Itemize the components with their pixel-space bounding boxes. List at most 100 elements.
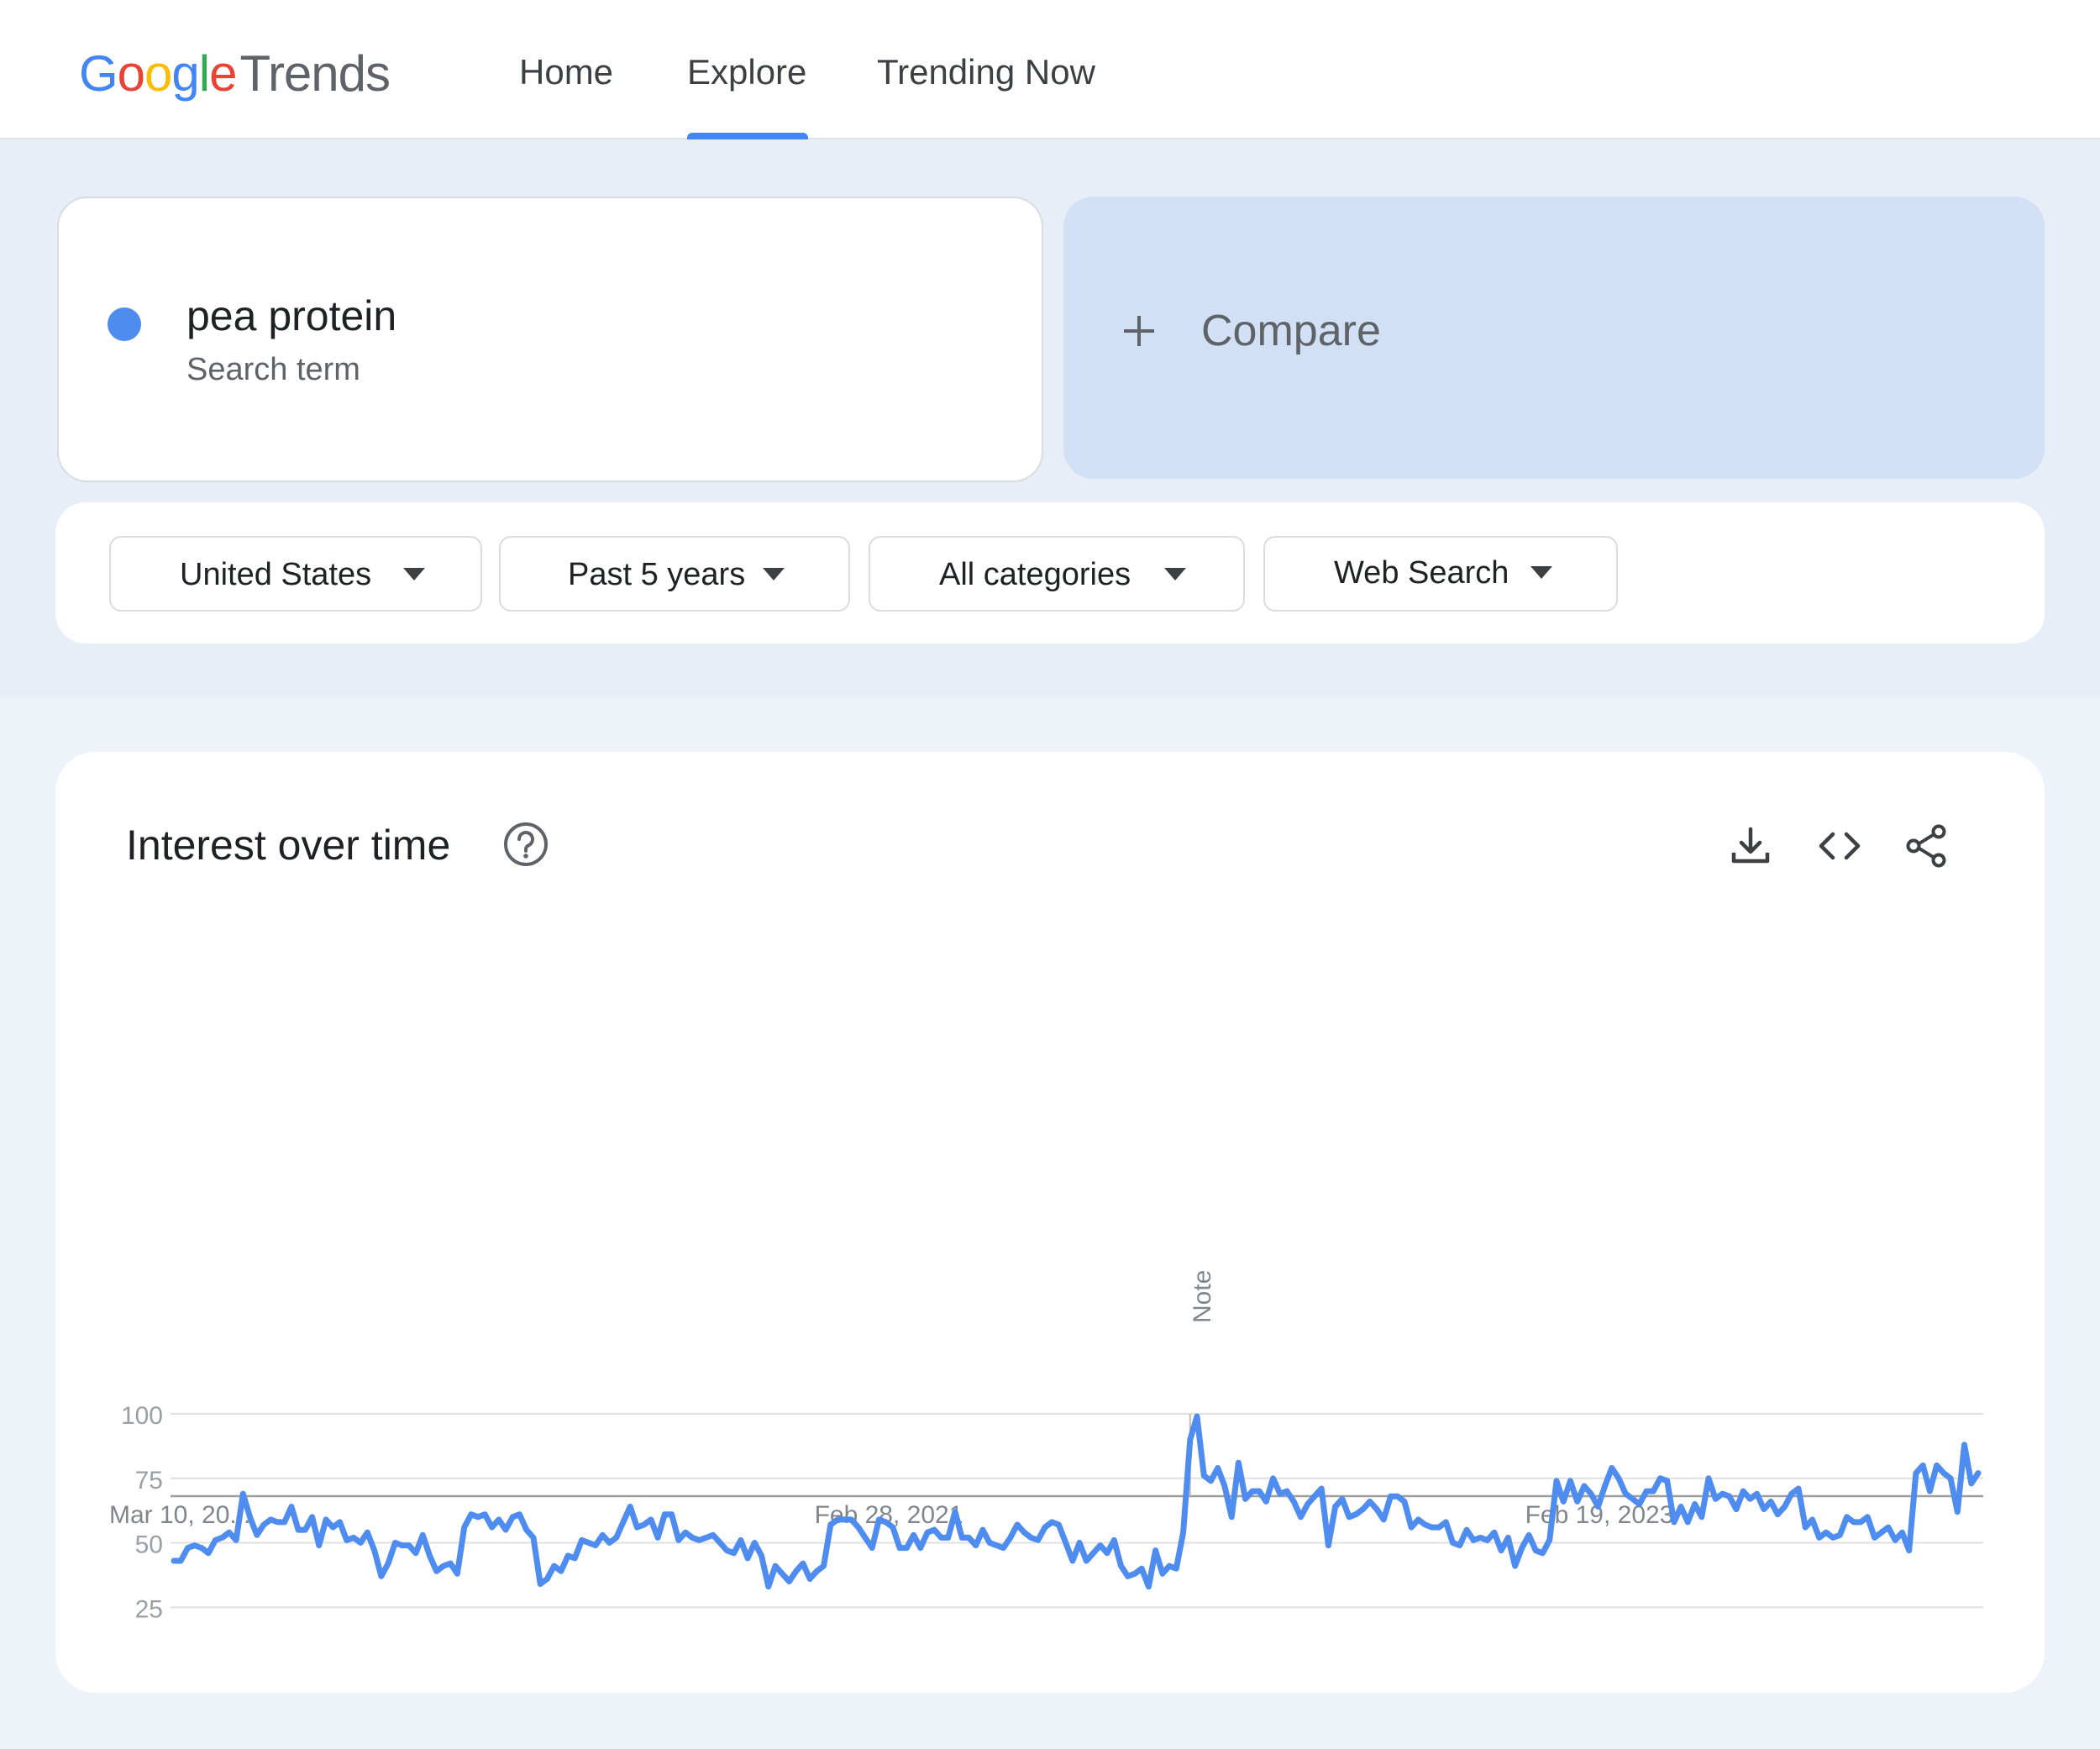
- logo-letter: G: [79, 45, 118, 102]
- data-point: [1830, 1535, 1836, 1541]
- data-point: [1540, 1550, 1546, 1556]
- search-type-select[interactable]: Web Search: [1263, 536, 1618, 612]
- data-point: [959, 1535, 965, 1541]
- y-tick-label: 75: [135, 1467, 163, 1494]
- data-point: [1533, 1547, 1539, 1553]
- data-point: [1948, 1475, 1954, 1481]
- data-point: [1263, 1499, 1269, 1505]
- data-point: [1554, 1478, 1560, 1484]
- data-point: [1305, 1501, 1310, 1507]
- data-point: [966, 1535, 972, 1541]
- data-point: [1111, 1537, 1117, 1543]
- data-point: [1761, 1506, 1767, 1512]
- data-point: [1159, 1571, 1165, 1577]
- data-point: [475, 1514, 481, 1520]
- data-point: [641, 1522, 647, 1528]
- data-point: [606, 1540, 612, 1546]
- data-point: [1685, 1519, 1691, 1525]
- data-point: [192, 1542, 197, 1548]
- data-point: [1152, 1547, 1158, 1553]
- data-point: [413, 1550, 419, 1556]
- data-point: [1187, 1436, 1193, 1442]
- data-point: [392, 1540, 398, 1546]
- data-point: [1401, 1499, 1407, 1505]
- data-point: [551, 1563, 557, 1569]
- data-point: [890, 1525, 895, 1531]
- data-point: [1567, 1478, 1573, 1484]
- data-point: [876, 1516, 882, 1522]
- data-point: [814, 1568, 820, 1574]
- data-point: [1678, 1504, 1684, 1510]
- data-point: [745, 1555, 751, 1561]
- annotation-note-label: Note: [1189, 1270, 1216, 1323]
- data-point: [1443, 1519, 1449, 1525]
- data-point: [938, 1535, 944, 1541]
- data-point: [1872, 1535, 1877, 1541]
- data-point: [1077, 1540, 1083, 1546]
- logo-product: Trends: [239, 45, 391, 102]
- logo-letter: g: [171, 45, 199, 102]
- region-select[interactable]: United States: [109, 536, 482, 612]
- data-point: [1422, 1522, 1428, 1528]
- data-point: [759, 1552, 764, 1558]
- data-point: [1381, 1516, 1387, 1522]
- series-color-dot: [108, 307, 141, 341]
- data-point: [1471, 1537, 1477, 1543]
- data-point: [171, 1558, 177, 1564]
- data-point: [1512, 1563, 1518, 1569]
- data-point: [1823, 1530, 1829, 1536]
- search-term-name: pea protein: [186, 292, 397, 339]
- time-range-select-label: Past 5 years: [568, 557, 746, 592]
- google-trends-logo[interactable]: GoogleTrends: [79, 44, 391, 104]
- data-point: [1229, 1514, 1235, 1520]
- data-point: [1692, 1501, 1698, 1507]
- data-point: [1851, 1519, 1856, 1525]
- compare-button[interactable]: Compare: [1063, 197, 2045, 479]
- data-point: [869, 1545, 875, 1551]
- data-point: [219, 1535, 225, 1541]
- data-point: [731, 1550, 737, 1556]
- tab-trending-now[interactable]: Trending Now: [877, 47, 1095, 97]
- data-point: [399, 1542, 405, 1548]
- data-point: [1284, 1489, 1290, 1494]
- interest-line-chart[interactable]: 255075100Mar 10, 20... Feb 28, 2021 Feb 19…: [55, 752, 2045, 1693]
- data-point: [1526, 1532, 1532, 1538]
- data-point: [683, 1530, 689, 1536]
- data-point: [378, 1573, 384, 1579]
- data-point: [1934, 1463, 1940, 1468]
- data-point: [842, 1516, 848, 1522]
- data-point: [1574, 1499, 1580, 1505]
- data-point: [261, 1522, 267, 1528]
- data-point: [1201, 1473, 1207, 1479]
- data-point: [1132, 1571, 1138, 1577]
- data-point: [821, 1563, 827, 1569]
- category-select[interactable]: All categories: [869, 536, 1245, 612]
- filters-bar: United States Past 5 years All categorie…: [55, 502, 2045, 643]
- data-point: [1886, 1525, 1892, 1531]
- data-point: [420, 1532, 426, 1538]
- tab-home[interactable]: Home: [519, 47, 613, 97]
- tab-explore[interactable]: Explore: [687, 47, 806, 97]
- data-point: [1878, 1530, 1884, 1536]
- data-point: [1803, 1525, 1809, 1531]
- data-point: [441, 1563, 447, 1569]
- time-range-select[interactable]: Past 5 years: [499, 536, 850, 612]
- data-point: [247, 1514, 253, 1520]
- data-point: [1429, 1525, 1435, 1531]
- data-point: [365, 1530, 370, 1536]
- data-point: [1913, 1470, 1919, 1476]
- data-point: [1754, 1491, 1760, 1497]
- data-point: [675, 1537, 681, 1543]
- data-point: [1519, 1545, 1525, 1551]
- data-point: [1436, 1525, 1442, 1531]
- search-term-card[interactable]: pea protein Search term: [57, 197, 1043, 482]
- data-point: [1409, 1525, 1415, 1531]
- data-point: [765, 1584, 771, 1589]
- data-point: [1719, 1491, 1725, 1497]
- data-point: [517, 1511, 522, 1517]
- data-point: [496, 1516, 501, 1522]
- data-point: [1194, 1414, 1200, 1420]
- data-point: [1644, 1489, 1650, 1494]
- caret-down-icon: [1530, 566, 1552, 579]
- data-point: [296, 1527, 302, 1533]
